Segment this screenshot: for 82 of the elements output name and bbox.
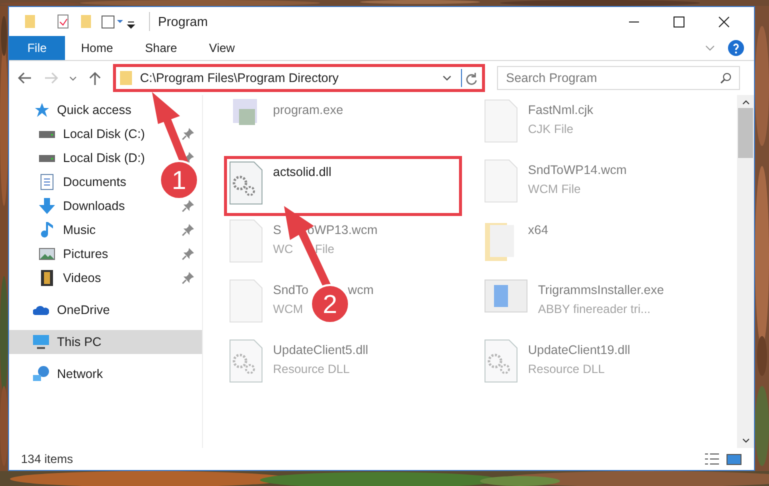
file-name: FastNml.cjk [528, 102, 594, 119]
ribbon-tab[interactable]: File [9, 36, 65, 60]
back-arrow-icon[interactable] [17, 70, 33, 86]
sidebar-label: Network [57, 366, 103, 383]
sidebar-item[interactable]: Music [39, 220, 194, 240]
sidebar-label: OneDrive [57, 302, 110, 319]
file-type: WC [273, 240, 293, 258]
pin-icon [182, 224, 194, 236]
close-icon [718, 16, 730, 28]
up-arrow-icon[interactable] [87, 70, 103, 86]
sidebar-item[interactable]: OneDrive [33, 300, 194, 320]
cloud-icon [33, 305, 49, 315]
picture-icon [39, 246, 55, 262]
pin-icon [182, 200, 194, 212]
sidebar-item[interactable]: Documents [39, 172, 126, 192]
file-name: x64 [528, 222, 548, 239]
sidebar-label: This PC [57, 334, 102, 351]
music-note-icon [39, 222, 55, 238]
file-name: actsolid.dll [273, 164, 332, 181]
pin-icon [182, 272, 194, 284]
file-name: program.exe [273, 102, 344, 119]
ribbon-tab[interactable]: View [193, 36, 251, 60]
scroll-down-icon[interactable] [742, 438, 750, 443]
pin-icon [182, 248, 194, 260]
search-icon [720, 72, 732, 84]
sidebar-label: Music [63, 222, 96, 239]
file-type: ABBY finereader tri... [538, 300, 650, 318]
ribbon-tab[interactable]: Share [129, 36, 194, 60]
sidebar-item[interactable]: Videos [39, 268, 194, 288]
search-field[interactable]: Search Program [497, 66, 740, 90]
sidebar-item[interactable]: Local Disk (C:) [39, 124, 194, 144]
details-view-icon[interactable] [704, 453, 720, 465]
file-name: TrigrammsInstaller.exe [538, 282, 664, 299]
sidebar-item[interactable]: Downloads [39, 196, 194, 216]
item-count: 134 items [21, 451, 74, 468]
address-path: C:\Program Files\Program Directory [140, 70, 339, 87]
refresh-icon[interactable] [465, 72, 478, 84]
file-type: CJK File [528, 120, 574, 138]
thumbnail-view-icon[interactable] [726, 454, 742, 464]
window-title: Program [149, 12, 208, 32]
sidebar-label: Quick access [57, 102, 132, 119]
file-item[interactable]: actsolid.dll [224, 156, 462, 216]
file-type: WCM File [528, 180, 581, 198]
file-type: Resource DLL [528, 360, 605, 378]
down-arrow-icon [39, 198, 55, 214]
sidebar-label: Pictures [63, 246, 108, 263]
file-name: SndTo [273, 282, 308, 299]
scrollbar-thumb[interactable] [738, 108, 753, 158]
scroll-up-icon[interactable] [742, 100, 750, 105]
drive-icon [39, 154, 55, 162]
sidebar-item[interactable]: Network [33, 364, 194, 384]
chevron-down-icon[interactable] [441, 75, 453, 81]
file-name: S [273, 222, 282, 239]
sidebar-label: Local Disk (D:) [63, 150, 145, 167]
maximize-icon [672, 16, 684, 28]
sidebar-item[interactable]: Quick access [33, 100, 194, 120]
drive-icon [39, 130, 55, 138]
file-type: Resource DLL [273, 360, 350, 378]
star-icon [33, 102, 49, 118]
document-icon [39, 174, 55, 190]
scrollbar[interactable] [737, 95, 754, 448]
file-type: File [315, 240, 334, 258]
file-name: UpdateClient5.dll [273, 342, 368, 359]
monitor-icon [33, 334, 49, 350]
film-icon [39, 270, 55, 286]
file-type: WCM [273, 300, 303, 318]
sidebar-item[interactable]: Pictures [39, 244, 194, 264]
address-bar[interactable]: C:\Program Files\Program Directory [113, 64, 485, 92]
sidebar-label: Local Disk (C:) [63, 126, 145, 143]
file-name: SndToWP14.wcm [528, 162, 627, 179]
sidebar-label: Downloads [63, 198, 125, 215]
file-name: UpdateClient19.dll [528, 342, 630, 359]
ribbon-tab[interactable]: Home [65, 36, 130, 60]
folder-icon [120, 70, 132, 86]
sidebar-label: Videos [63, 270, 101, 287]
help-icon[interactable] [728, 40, 744, 56]
network-icon [33, 366, 49, 382]
chevron-down-icon[interactable] [69, 76, 77, 80]
sidebar-label: Documents [63, 174, 126, 191]
file-name: oWP13.wcm [307, 222, 378, 239]
minimize-icon [628, 20, 640, 22]
pin-icon [182, 128, 194, 140]
